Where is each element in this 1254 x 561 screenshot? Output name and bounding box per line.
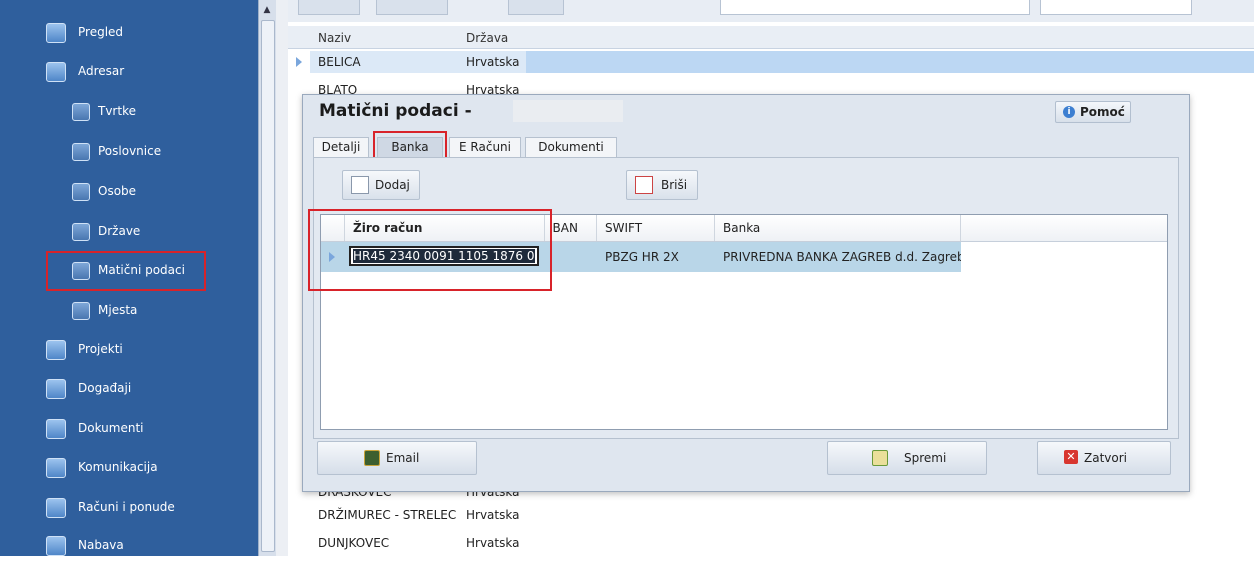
add-button[interactable]: Dodaj	[342, 170, 420, 200]
column-header-swift[interactable]: SWIFT	[597, 215, 715, 241]
column-header-drzava[interactable]: Država	[466, 31, 508, 45]
nav-item-label: Poslovnice	[98, 144, 162, 158]
invoice-icon	[46, 498, 66, 518]
toolbar-button[interactable]	[298, 0, 360, 15]
nav-item-dokumenti[interactable]: Dokumenti	[0, 414, 258, 444]
table-row[interactable]: BELICA Hrvatska	[288, 51, 1254, 73]
add-icon	[351, 176, 369, 194]
tab-dokumenti[interactable]: Dokumenti	[525, 137, 617, 158]
nav-item-poslovnice[interactable]: Poslovnice	[0, 137, 258, 167]
cell-swift: PBZG HR 2X	[605, 250, 679, 264]
column-header-iban[interactable]: IBAN	[545, 215, 597, 241]
nav-item-tvrtke[interactable]: Tvrtke	[0, 97, 258, 127]
filter-input[interactable]	[1040, 0, 1192, 15]
communication-icon	[46, 458, 66, 478]
nav-item-label: Događaji	[78, 381, 132, 395]
save-icon	[872, 450, 888, 466]
email-label: Email	[386, 451, 420, 465]
dialog-footer: Email Spremi ✕ Zatvori	[313, 441, 1177, 481]
nav-item-label: Komunikacija	[78, 460, 158, 474]
toolbar-button[interactable]	[508, 0, 564, 15]
nav-item-label: Adresar	[78, 64, 125, 78]
bank-tab-panel: Dodaj Briši Žiro račun IBAN SWIFT Banka …	[313, 157, 1179, 439]
close-button[interactable]: ✕ Zatvori	[1037, 441, 1171, 475]
email-button[interactable]: Email	[317, 441, 477, 475]
globe-icon	[72, 223, 90, 241]
person-icon	[72, 183, 90, 201]
column-header-naziv[interactable]: Naziv	[318, 31, 351, 45]
company-icon	[72, 103, 90, 121]
nav-item-mjesta[interactable]: Mjesta	[0, 296, 258, 326]
delete-label: Briši	[661, 178, 688, 192]
row-pointer-icon	[296, 57, 302, 67]
nav-item-nabava[interactable]: Nabava	[0, 531, 258, 561]
highlight-box	[46, 251, 206, 291]
address-book-icon	[46, 62, 66, 82]
close-icon: ✕	[1064, 450, 1078, 464]
close-label: Zatvori	[1084, 451, 1127, 465]
branch-icon	[72, 143, 90, 161]
sidebar-scrollbar[interactable]: ▲	[258, 0, 277, 556]
cell-naziv: BELICA	[318, 55, 361, 69]
grid-header: Naziv Država	[288, 26, 1254, 49]
nav-item-dogadaji[interactable]: Događaji	[0, 374, 258, 404]
place-icon	[72, 302, 90, 320]
delete-button[interactable]: Briši	[626, 170, 698, 200]
tab-detalji[interactable]: Detalji	[313, 137, 369, 158]
column-header-banka[interactable]: Banka	[715, 215, 961, 241]
nav-item-label: Pregled	[78, 25, 124, 39]
cell-naziv: DRŽIMUREC - STRELEC	[318, 508, 457, 522]
redacted-company-name	[513, 100, 623, 122]
cell-drzava: Hrvatska	[466, 536, 520, 550]
nav-item-drzave[interactable]: Države	[0, 217, 258, 247]
nav-item-pregled[interactable]: Pregled	[0, 18, 258, 48]
toolbar	[288, 0, 1254, 23]
master-data-dialog: Matični podaci - i Pomoć Detalji Banka E…	[302, 94, 1190, 492]
nav-item-label: Države	[98, 224, 141, 238]
project-icon	[46, 340, 66, 360]
row-stripe	[526, 51, 1254, 73]
add-label: Dodaj	[375, 178, 410, 192]
nav-item-label: Mjesta	[98, 303, 138, 317]
table-row[interactable]: DUNJKOVEC Hrvatska	[288, 532, 1254, 554]
calendar-icon	[46, 379, 66, 399]
tab-e-racuni[interactable]: E Računi	[449, 137, 521, 158]
nav-item-adresar[interactable]: Adresar	[0, 57, 258, 87]
save-button[interactable]: Spremi	[827, 441, 987, 475]
save-label: Spremi	[904, 451, 947, 465]
toolbar-button[interactable]	[376, 0, 448, 15]
scroll-up-icon[interactable]: ▲	[261, 4, 273, 16]
help-button[interactable]: i Pomoć	[1055, 101, 1131, 123]
nav-item-label: Dokumenti	[78, 421, 144, 435]
nav-item-osobe[interactable]: Osobe	[0, 177, 258, 207]
help-label: Pomoć	[1080, 105, 1125, 119]
nav-item-label: Osobe	[98, 184, 137, 198]
nav-item-racuni-i-ponude[interactable]: Računi i ponude	[0, 493, 258, 523]
cell-drzava: Hrvatska	[466, 508, 520, 522]
sidebar: Pregled Adresar Tvrtke Poslovnice Osobe …	[0, 0, 258, 556]
empty-cell	[961, 242, 1167, 272]
email-icon	[364, 450, 380, 466]
highlight-box	[373, 131, 447, 159]
cell-banka: PRIVREDNA BANKA ZAGREB d.d. Zagreb	[723, 250, 965, 264]
cell-naziv: DUNJKOVEC	[318, 536, 390, 550]
table-row[interactable]: DRŽIMUREC - STRELEC Hrvatska	[288, 504, 1254, 526]
overview-icon	[46, 23, 66, 43]
delete-icon	[635, 176, 653, 194]
search-input[interactable]	[720, 0, 1030, 15]
nav-item-label: Tvrtke	[98, 104, 136, 118]
nav-item-label: Projekti	[78, 342, 123, 356]
nav-item-label: Nabava	[78, 538, 124, 552]
dialog-title: Matični podaci -	[319, 101, 472, 121]
nav-item-komunikacija[interactable]: Komunikacija	[0, 453, 258, 483]
splitter[interactable]	[276, 0, 288, 556]
info-icon: i	[1063, 106, 1075, 118]
cell-drzava: Hrvatska	[466, 55, 520, 69]
nav-item-projekti[interactable]: Projekti	[0, 335, 258, 365]
scrollbar-thumb[interactable]	[261, 20, 275, 552]
highlight-box	[308, 209, 552, 291]
nav-item-label: Računi i ponude	[78, 500, 175, 514]
document-icon	[46, 419, 66, 439]
purchase-icon	[46, 536, 66, 556]
